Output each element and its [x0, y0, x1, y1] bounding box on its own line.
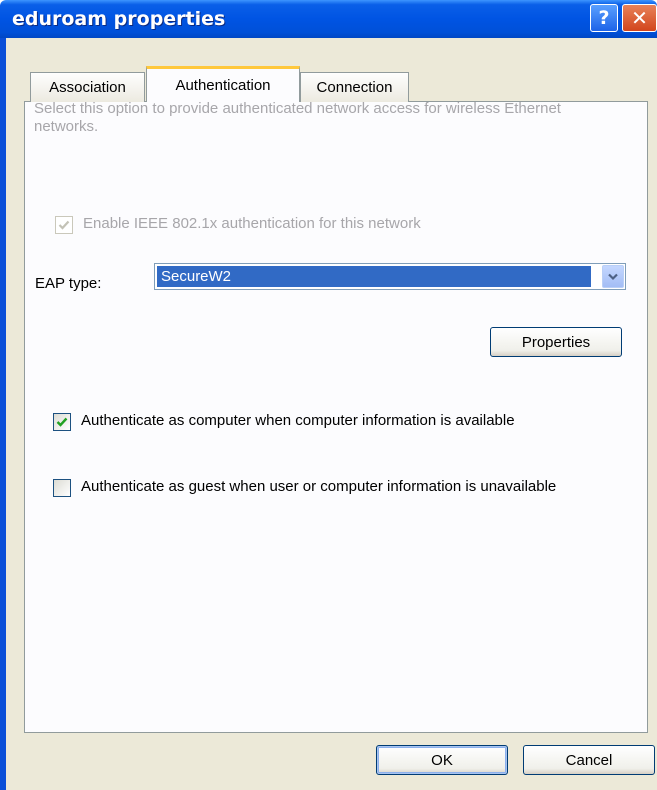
title-bar[interactable]: eduroam properties ? ✕ [0, 0, 657, 38]
ok-button[interactable]: OK [376, 745, 508, 775]
close-icon: ✕ [631, 6, 648, 30]
tab-association[interactable]: Association [30, 72, 145, 102]
help-button[interactable]: ? [590, 4, 618, 32]
description-text: Select this option to provide authentica… [34, 100, 561, 135]
tab-authentication[interactable]: Authentication [146, 66, 300, 102]
tab-label: Connection [316, 79, 393, 96]
dropdown-arrow-button[interactable] [602, 265, 624, 288]
properties-button-label: Properties [521, 333, 591, 351]
chevron-down-icon [608, 273, 618, 280]
close-button[interactable]: ✕ [622, 4, 657, 32]
tab-label: Association [49, 79, 126, 96]
eap-type-select[interactable]: SecureW2 [154, 263, 626, 290]
checkmark-icon [56, 417, 68, 427]
eap-type-label: EAP type: [35, 275, 102, 292]
auth-as-computer-checkbox[interactable] [53, 413, 71, 431]
checkmark-icon [58, 220, 70, 230]
auth-as-computer-label: Authenticate as computer when computer i… [81, 412, 515, 429]
auth-as-guest-checkbox[interactable] [53, 479, 71, 497]
help-icon: ? [598, 7, 610, 29]
eap-type-value: SecureW2 [157, 266, 591, 287]
auth-as-guest-label: Authenticate as guest when user or compu… [81, 478, 557, 495]
properties-dialog: eduroam properties ? ✕ Association Authe… [0, 0, 657, 790]
enable-8021x-label: Enable IEEE 802.1x authentication for th… [83, 215, 421, 232]
cancel-button[interactable]: Cancel [523, 745, 655, 775]
ok-button-label: OK [431, 751, 453, 769]
properties-button[interactable]: Properties [490, 327, 622, 357]
tab-connection[interactable]: Connection [300, 72, 409, 102]
enable-8021x-checkbox[interactable] [55, 216, 73, 234]
cancel-button-label: Cancel [565, 751, 613, 769]
window-title: eduroam properties [12, 8, 226, 30]
tab-label: Authentication [175, 77, 271, 94]
